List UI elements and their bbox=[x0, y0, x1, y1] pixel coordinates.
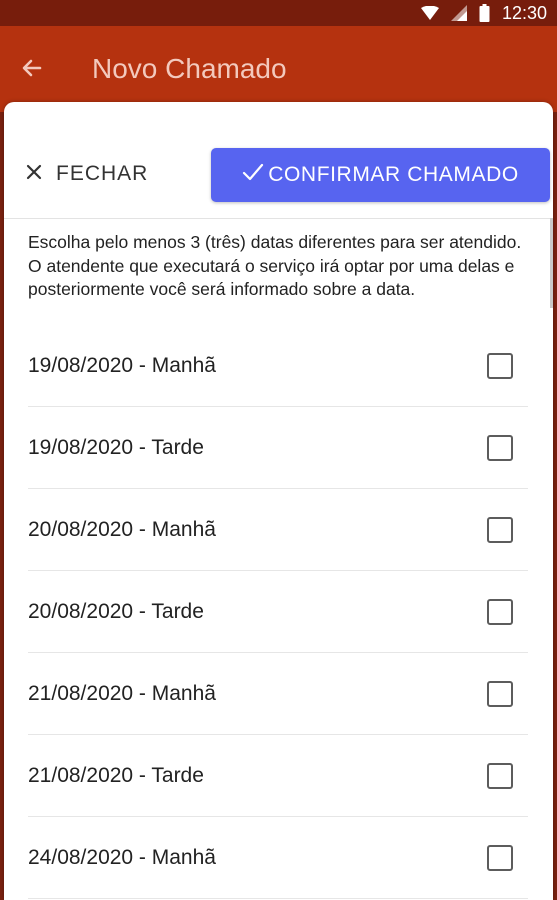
close-icon bbox=[26, 162, 42, 186]
confirm-label: CONFIRMAR CHAMADO bbox=[268, 163, 519, 186]
arrow-left-icon bbox=[20, 56, 44, 85]
option-checkbox[interactable] bbox=[487, 680, 513, 707]
option-label: 19/08/2020 - Manhã bbox=[28, 353, 216, 377]
date-option[interactable]: 21/08/2020 - Tarde bbox=[28, 735, 528, 817]
option-label: 20/08/2020 - Tarde bbox=[28, 599, 204, 623]
confirm-call-button[interactable]: CONFIRMAR CHAMADO bbox=[211, 148, 550, 202]
option-label: 21/08/2020 - Tarde bbox=[28, 763, 204, 787]
battery-icon bbox=[479, 4, 490, 22]
option-checkbox[interactable] bbox=[487, 598, 513, 625]
option-checkbox[interactable] bbox=[487, 762, 513, 789]
close-button[interactable]: FECHAR bbox=[26, 158, 148, 190]
new-call-sheet: FECHAR CONFIRMAR CHAMADO Escolha pelo me… bbox=[4, 102, 553, 900]
date-option[interactable]: 19/08/2020 - Tarde bbox=[28, 407, 528, 489]
date-options-list: 19/08/2020 - Manhã 19/08/2020 - Tarde 20… bbox=[28, 325, 528, 899]
option-checkbox[interactable] bbox=[487, 434, 513, 461]
back-button[interactable] bbox=[16, 54, 48, 86]
date-option[interactable]: 24/08/2020 - Manhã bbox=[28, 817, 528, 899]
date-option[interactable]: 20/08/2020 - Manhã bbox=[28, 489, 528, 571]
option-label: 20/08/2020 - Manhã bbox=[28, 517, 216, 541]
date-option[interactable]: 20/08/2020 - Tarde bbox=[28, 571, 528, 653]
option-label: 21/08/2020 - Manhã bbox=[28, 681, 216, 705]
option-label: 24/08/2020 - Manhã bbox=[28, 845, 216, 869]
option-checkbox[interactable] bbox=[487, 516, 513, 543]
status-bar: 12:30 bbox=[0, 0, 557, 26]
scrollbar[interactable] bbox=[550, 218, 553, 308]
instructions-text: Escolha pelo menos 3 (três) datas difere… bbox=[28, 232, 522, 299]
option-checkbox[interactable] bbox=[487, 844, 513, 871]
check-icon bbox=[242, 162, 264, 188]
date-option[interactable]: 19/08/2020 - Manhã bbox=[28, 325, 528, 407]
status-time: 12:30 bbox=[501, 2, 547, 23]
date-option[interactable]: 21/08/2020 - Manhã bbox=[28, 653, 528, 735]
option-label: 19/08/2020 - Tarde bbox=[28, 435, 204, 459]
close-label: FECHAR bbox=[56, 162, 149, 185]
option-checkbox[interactable] bbox=[487, 352, 513, 379]
app-bar: Novo Chamado bbox=[0, 26, 557, 112]
wifi-icon bbox=[420, 6, 439, 20]
sheet-header: FECHAR CONFIRMAR CHAMADO bbox=[4, 102, 553, 219]
page-title: Novo Chamado bbox=[92, 53, 287, 84]
status-icons: 12:30 bbox=[420, 0, 547, 26]
signal-icon bbox=[450, 5, 467, 21]
